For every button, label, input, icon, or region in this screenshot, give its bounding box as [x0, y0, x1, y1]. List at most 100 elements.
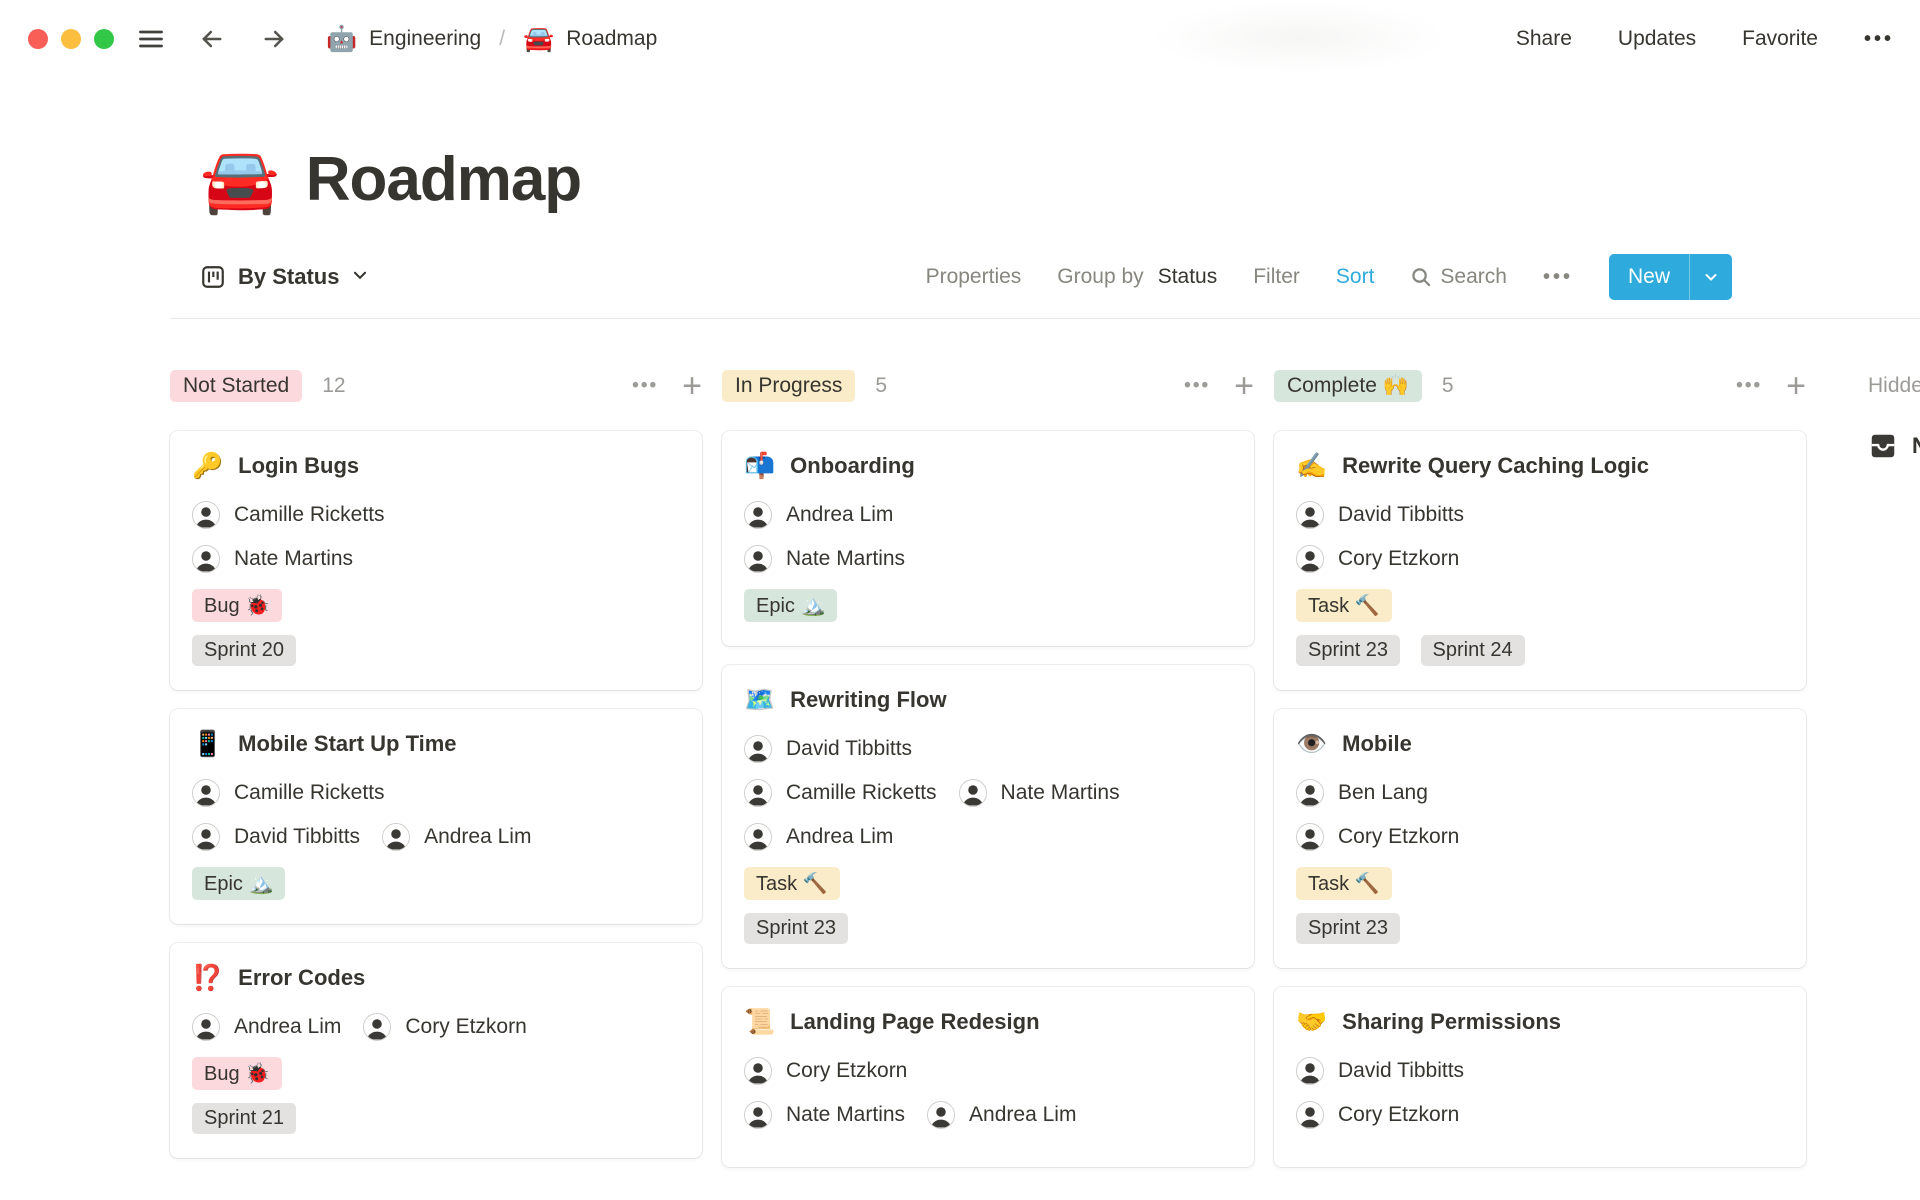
avatar	[192, 545, 220, 573]
avatar	[744, 779, 772, 807]
hidden-columns-section: Hidden No	[1868, 367, 1920, 461]
card-login-bugs[interactable]: 🔑 Login Bugs Camille Ricketts Nate Marti…	[170, 431, 702, 690]
person-name: Cory Etzkorn	[1338, 547, 1460, 570]
share-button[interactable]: Share	[1516, 27, 1572, 51]
tag-sprint: Sprint 20	[192, 635, 297, 666]
updates-button[interactable]: Updates	[1618, 27, 1696, 51]
avatar	[744, 735, 772, 763]
tag-bug: Bug 🐞	[192, 589, 283, 622]
column-count: 5	[875, 374, 888, 397]
writing-hand-icon: ✍️	[1296, 451, 1328, 480]
card-sharing-permissions[interactable]: 🤝 Sharing Permissions David Tibbitts Cor…	[1274, 987, 1806, 1167]
column-not-started: Not Started 12 ••• + 🔑 Login Bugs Camill…	[170, 367, 702, 1177]
person-name: Andrea Lim	[786, 825, 894, 848]
person-name: Cory Etzkorn	[405, 1015, 527, 1038]
column-status-badge[interactable]: Complete 🙌	[1274, 370, 1422, 402]
new-dropdown-button[interactable]	[1690, 254, 1732, 300]
toolbar-more-icon[interactable]: •••	[1543, 266, 1573, 289]
avatar	[744, 545, 772, 573]
mailbox-icon: 📬	[744, 451, 776, 480]
minimize-window-button[interactable]	[61, 29, 81, 49]
person-name: Cory Etzkorn	[1338, 1103, 1460, 1126]
card-rewriting-flow[interactable]: 🗺️ Rewriting Flow David Tibbitts Camille…	[722, 665, 1254, 968]
column-add-icon[interactable]: +	[682, 369, 702, 403]
new-button[interactable]: New	[1609, 254, 1689, 300]
tag-task: Task 🔨	[744, 867, 840, 900]
zoom-window-button[interactable]	[94, 29, 114, 49]
search-button[interactable]: Search	[1410, 265, 1507, 289]
avatar	[1296, 501, 1324, 529]
avatar	[192, 501, 220, 529]
group-by-button[interactable]: Group by Status	[1057, 265, 1217, 289]
view-toolbar: By Status Properties Group by Status Fil…	[170, 254, 1920, 318]
card-mobile[interactable]: 👁️ Mobile Ben Lang Cory Etzkorn Task 🔨 S…	[1274, 709, 1806, 968]
column-more-icon[interactable]: •••	[632, 375, 658, 397]
car-icon: 🚘	[523, 24, 555, 53]
column-more-icon[interactable]: •••	[1736, 375, 1762, 397]
person-name: David Tibbitts	[1338, 1059, 1465, 1082]
card-title-text: Sharing Permissions	[1342, 1009, 1561, 1034]
column-status-badge[interactable]: In Progress	[722, 370, 856, 402]
sort-button[interactable]: Sort	[1336, 265, 1375, 289]
close-window-button[interactable]	[28, 29, 48, 49]
breadcrumb: 🤖 Engineering / 🚘 Roadmap	[326, 25, 657, 54]
avatar	[744, 823, 772, 851]
back-arrow-icon[interactable]	[196, 23, 228, 55]
group-by-prefix: Group by	[1057, 265, 1144, 288]
breadcrumb-item-engineering[interactable]: 🤖 Engineering	[326, 25, 481, 54]
avatar	[1296, 779, 1324, 807]
avatar	[958, 779, 987, 807]
chevron-down-icon	[351, 264, 369, 290]
person-name: David Tibbitts	[786, 737, 913, 760]
board-view-icon	[202, 266, 224, 288]
tag-sprint: Sprint 21	[192, 1103, 297, 1134]
properties-button[interactable]: Properties	[926, 265, 1022, 289]
column-add-icon[interactable]: +	[1234, 369, 1254, 403]
avatar	[1296, 1101, 1324, 1129]
inbox-icon	[1871, 434, 1895, 458]
view-name: By Status	[238, 264, 340, 289]
person-name: David Tibbitts	[234, 825, 361, 848]
more-options-icon[interactable]: •••	[1864, 28, 1894, 51]
avatar	[363, 1013, 392, 1041]
column-more-icon[interactable]: •••	[1184, 375, 1210, 397]
card-mobile-start-up-time[interactable]: 📱 Mobile Start Up Time Camille Ricketts …	[170, 709, 702, 924]
card-title-text: Error Codes	[238, 965, 366, 990]
card-landing-page-redesign[interactable]: 📜 Landing Page Redesign Cory Etzkorn Nat…	[722, 987, 1254, 1167]
hidden-columns-toggle[interactable]: Hidden	[1868, 367, 1920, 405]
page-icon-car[interactable]: 🚘	[200, 148, 280, 212]
card-title-text: Mobile Start Up Time	[238, 731, 457, 756]
person-name: Nate Martins	[786, 1103, 906, 1126]
window-titlebar: 🤖 Engineering / 🚘 Roadmap Share Updates …	[0, 0, 1920, 78]
avatar	[1296, 1057, 1324, 1085]
column-status-badge[interactable]: Not Started	[170, 370, 303, 402]
forward-arrow-icon[interactable]	[258, 23, 290, 55]
view-switcher[interactable]: By Status	[200, 264, 369, 290]
card-rewrite-query-caching-logic[interactable]: ✍️ Rewrite Query Caching Logic David Tib…	[1274, 431, 1806, 690]
search-icon	[1412, 268, 1431, 287]
column-count: 12	[322, 374, 346, 397]
sidebar-menu-icon[interactable]	[136, 24, 166, 54]
column-add-icon[interactable]: +	[1786, 369, 1806, 403]
person-name: Camille Ricketts	[786, 781, 937, 804]
column-complete: Complete 🙌 5 ••• + ✍️ Rewrite Query Cach…	[1274, 367, 1806, 1186]
no-status-group[interactable]: No	[1868, 431, 1920, 461]
favorite-button[interactable]: Favorite	[1742, 27, 1818, 51]
person-name: Nate Martins	[234, 547, 354, 570]
avatar	[192, 823, 220, 851]
filter-button[interactable]: Filter	[1253, 265, 1300, 289]
person-name: Nate Martins	[786, 547, 906, 570]
tag-sprint: Sprint 23	[1296, 635, 1401, 666]
eye-icon: 👁️	[1296, 729, 1328, 758]
card-title-text: Rewriting Flow	[790, 687, 947, 712]
key-icon: 🔑	[192, 451, 224, 480]
card-error-codes[interactable]: ⁉️ Error Codes Andrea Lim Cory Etzkorn B…	[170, 943, 702, 1158]
avatar	[192, 1013, 220, 1041]
person-name: Cory Etzkorn	[786, 1059, 908, 1082]
new-button-group: New	[1608, 254, 1732, 300]
page-title: Roadmap	[305, 145, 582, 214]
group-by-value: Status	[1157, 265, 1218, 288]
card-onboarding[interactable]: 📬 Onboarding Andrea Lim Nate Martins Epi…	[722, 431, 1254, 646]
tag-task: Task 🔨	[1296, 867, 1392, 900]
breadcrumb-item-roadmap[interactable]: 🚘 Roadmap	[523, 25, 657, 54]
